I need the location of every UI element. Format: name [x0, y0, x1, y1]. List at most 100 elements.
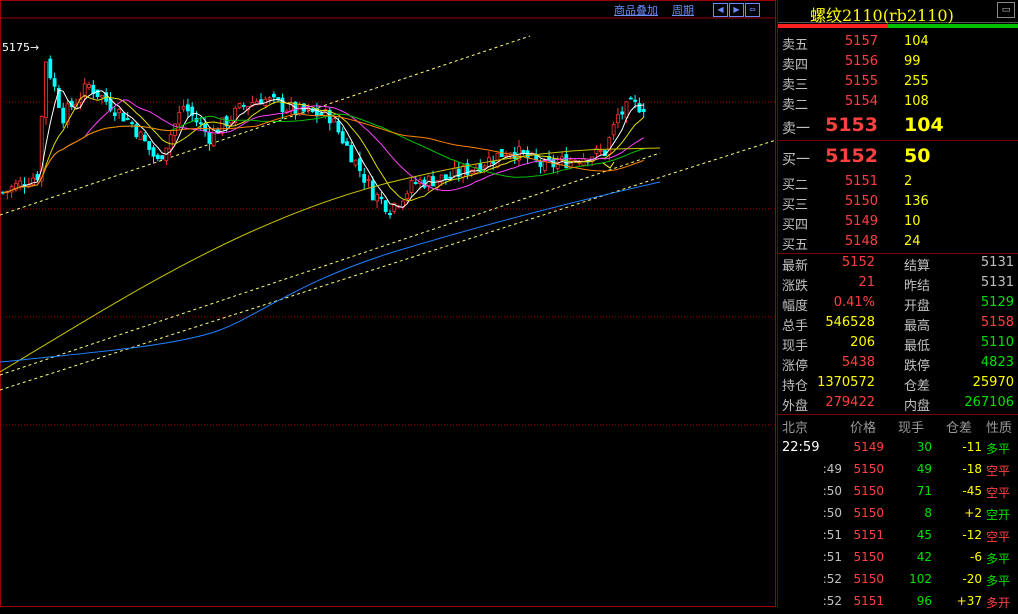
- candle-up: [100, 95, 104, 98]
- bid-label: 买五: [782, 238, 809, 253]
- candle-down: [61, 107, 66, 124]
- stat-label: 总手: [782, 319, 809, 334]
- tick-row: 22:59 5149 30 -11 多平: [778, 440, 1018, 460]
- tick-header: 价格: [850, 421, 877, 436]
- period-button[interactable]: 周期: [672, 2, 694, 18]
- tick-volume: 102: [909, 572, 932, 586]
- scroll-right-icon[interactable]: ▶: [729, 3, 744, 17]
- ask-volume: 99: [904, 54, 921, 69]
- tick-volume: 49: [916, 462, 932, 476]
- bid-row: 买二 5151 2: [778, 174, 1018, 196]
- stat-label: 结算: [904, 259, 931, 274]
- bid-price: 5148: [844, 234, 878, 249]
- tick-row: :50 5150 8 +2 空开: [778, 506, 1018, 526]
- tick-time: :50: [822, 506, 842, 520]
- tick-volume: 96: [916, 594, 932, 608]
- tick-time: :52: [822, 594, 842, 608]
- candle-down: [370, 180, 375, 201]
- candle-down: [271, 93, 276, 98]
- stat-row: 最新 5152 结算 5131: [778, 255, 1018, 275]
- candle-up: [177, 112, 182, 125]
- kline-chart[interactable]: 5175→: [0, 0, 776, 607]
- candle-down: [413, 182, 418, 184]
- candle-down: [48, 58, 53, 79]
- stat-value: 4823: [980, 355, 1014, 370]
- bid-row: 买四 5149 10: [778, 214, 1018, 236]
- candle-up: [504, 155, 509, 157]
- candle-down: [379, 196, 384, 200]
- tick-header: 性质: [986, 421, 1013, 436]
- candle-up: [452, 167, 457, 177]
- stat-label: 外盘: [782, 399, 809, 414]
- stat-label: 最低: [904, 339, 931, 354]
- bid-label: 买四: [782, 218, 809, 233]
- candle-down: [160, 155, 165, 160]
- candle-up: [616, 114, 620, 124]
- stat-row: 总手 546528 最高 5158: [778, 315, 1018, 335]
- ask-row: 卖三 5155 255: [778, 74, 1018, 94]
- quote-panel: 螺纹2110(rb2110) ▭ 卖五 5157 104 卖四 5156 99 卖三 5155…: [777, 0, 1018, 610]
- candle-down: [336, 121, 341, 133]
- tick-nature: 多平: [986, 552, 1011, 566]
- ask-label: 卖五: [782, 38, 809, 53]
- candle-up: [482, 165, 487, 169]
- stat-label: 仓差: [904, 379, 931, 394]
- scroll-left-icon[interactable]: ◀: [713, 3, 728, 17]
- candle-up: [598, 150, 603, 152]
- stat-row: 外盘 279422 内盘 267106: [778, 395, 1018, 415]
- tick-oi-change: -45: [962, 484, 982, 498]
- candle-down: [155, 154, 160, 159]
- tick-row: :52 5151 96 +37 多开: [778, 594, 1018, 614]
- tick-oi-change: -12: [962, 528, 982, 542]
- candle-up: [611, 124, 616, 136]
- bid-row: 买一 5152 50: [778, 145, 1018, 168]
- candle-up: [117, 109, 121, 114]
- tick-volume: 30: [916, 440, 932, 454]
- tick-price: 5149: [853, 440, 884, 454]
- ma10-line: [2, 94, 645, 201]
- candle-down: [125, 118, 130, 120]
- ask-row: 卖一 5153 104: [778, 114, 1018, 137]
- window-restore-icon[interactable]: ▭: [997, 2, 1015, 18]
- overlay-button[interactable]: 商品叠加: [614, 2, 658, 18]
- kline-chart-panel[interactable]: 5175→ 商品叠加 周期 ◀ ▶ ⇔: [0, 0, 776, 607]
- tick-volume: 8: [924, 506, 932, 520]
- candle-down: [241, 105, 246, 107]
- ma5-line: [2, 89, 644, 208]
- stat-value: 279422: [825, 395, 875, 410]
- stat-row: 现手 206 最低 5110: [778, 335, 1018, 355]
- stat-value: 267106: [964, 395, 1014, 410]
- candle-down: [620, 111, 625, 115]
- stat-value: 5131: [980, 255, 1014, 270]
- stat-value: 206: [850, 335, 875, 350]
- expand-icon[interactable]: ⇔: [745, 3, 760, 17]
- stat-value: 5152: [841, 255, 875, 270]
- ask-label: 卖三: [782, 78, 809, 93]
- ask-price: 5155: [844, 74, 878, 89]
- candle-down: [147, 141, 152, 150]
- tick-row: :52 5150 102 -20 多平: [778, 572, 1018, 592]
- stat-label: 内盘: [904, 399, 931, 414]
- bid-volume: 24: [904, 234, 921, 249]
- quote-header: 螺纹2110(rb2110) ▭: [778, 0, 1018, 25]
- tick-row: :51 5150 42 -6 多平: [778, 550, 1018, 570]
- high-price-label: 5175→: [2, 41, 39, 54]
- chart-frame: [0, 0, 776, 607]
- tick-time: :51: [822, 550, 842, 564]
- buy-sell-ratio-bar: [778, 24, 1018, 28]
- stat-label: 持仓: [782, 379, 809, 394]
- tick-row: :49 5150 49 -18 空平: [778, 462, 1018, 482]
- tick-nature: 空平: [986, 464, 1011, 478]
- tick-price: 5151: [853, 528, 884, 542]
- tick-price: 5150: [853, 484, 884, 498]
- candle-down: [491, 161, 496, 164]
- candle-up: [267, 97, 272, 100]
- trend-line-lower: [0, 139, 776, 391]
- tick-nature: 空平: [986, 486, 1011, 500]
- stat-row: 涨跌 21 昨结 5131: [778, 275, 1018, 295]
- stat-value: 5438: [841, 355, 875, 370]
- ask-price: 5157: [844, 34, 878, 49]
- candle-down: [538, 161, 543, 167]
- candle-down: [142, 134, 147, 142]
- bid-volume: 2: [904, 174, 913, 189]
